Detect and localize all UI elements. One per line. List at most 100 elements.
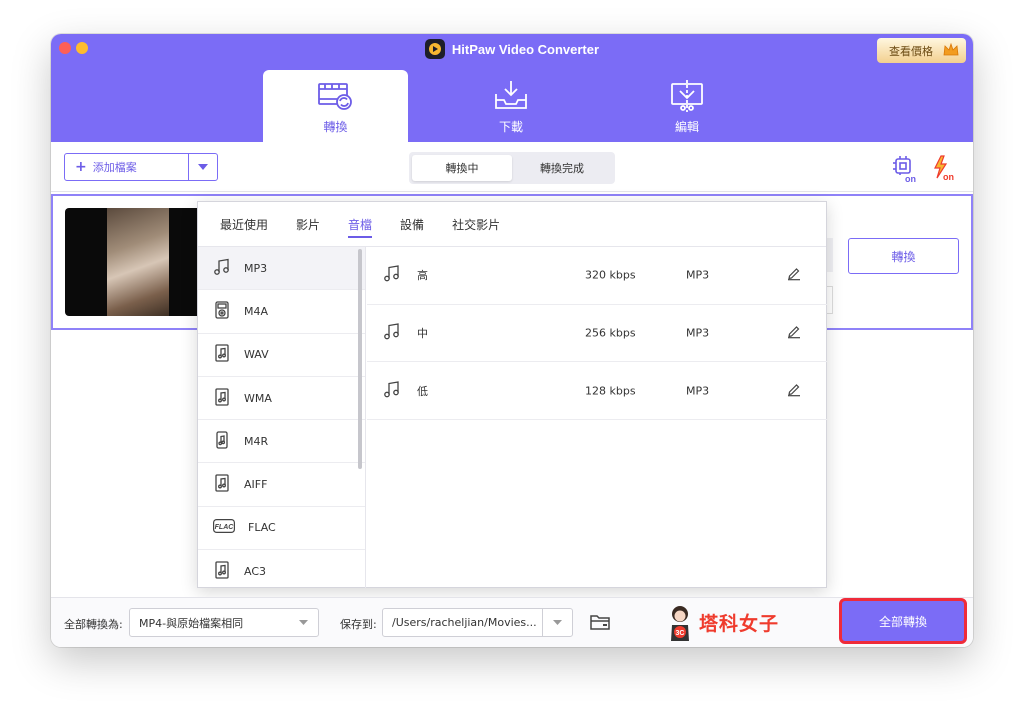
format-tab-social[interactable]: 社交影片 (452, 202, 500, 247)
format-tab-audio[interactable]: 音檔 (348, 202, 373, 247)
watermark-girl-icon: 3C (671, 606, 689, 641)
convert-all-to-label: 全部轉換為: (64, 618, 123, 631)
format-item-wav[interactable]: WAV (198, 334, 365, 377)
tab-edit-label: 編輯 (674, 120, 699, 134)
segment-converting[interactable]: 轉換中 (412, 155, 512, 181)
svg-text:on: on (943, 172, 954, 182)
video-thumbnail-image (107, 208, 169, 316)
format-item-flac[interactable]: FLAC FLAC (198, 507, 365, 551)
music-note-icon (383, 380, 401, 401)
convert-all-button[interactable]: 全部轉換 (839, 598, 967, 644)
pencil-edit-icon[interactable] (787, 267, 801, 284)
audio-format-list: MP3 M4A WAV WMA M4R AIFF FLAC FLAC AC3 (198, 247, 366, 588)
add-files-button[interactable]: + 添加檔案 (64, 153, 218, 181)
quality-row-high[interactable]: 高 320 kbps MP3 (367, 247, 827, 305)
chevron-down-icon[interactable] (542, 609, 572, 636)
edit-crop-icon (667, 78, 707, 116)
view-price-button[interactable]: 查看價格 (877, 38, 966, 63)
format-item-wma[interactable]: WMA (198, 377, 365, 421)
convert-button[interactable]: 轉換 (848, 238, 959, 274)
format-item-ac3[interactable]: AC3 (198, 550, 365, 588)
music-note-icon (213, 258, 231, 279)
ipod-icon (213, 301, 231, 322)
output-format-value: MP4-與原始檔案相同 (139, 616, 244, 630)
output-format-select[interactable]: MP4-與原始檔案相同 (129, 608, 319, 637)
audio-file-icon (213, 561, 231, 582)
film-convert-icon (316, 78, 356, 116)
tab-download[interactable]: 下載 (441, 70, 581, 142)
format-label: M4R (244, 434, 269, 448)
quality-bitrate: 128 kbps (585, 384, 636, 398)
svg-text:3C: 3C (676, 630, 685, 637)
plus-icon: + (75, 159, 87, 175)
quality-bitrate: 320 kbps (585, 268, 636, 282)
add-files-main[interactable]: + 添加檔案 (65, 154, 189, 180)
svg-text:FLAC: FLAC (215, 524, 235, 531)
quality-row-medium[interactable]: 中 256 kbps MP3 (367, 305, 827, 363)
footer-bar: 全部轉換為: MP4-與原始檔案相同 保存到: /Users/racheljia… (51, 597, 973, 647)
speed-boost-icon[interactable]: on (931, 154, 959, 186)
audio-file-icon (213, 344, 231, 365)
flac-icon: FLAC (213, 519, 235, 536)
watermark-logo: 3C 塔科女子 (665, 603, 779, 641)
quality-format: MP3 (686, 384, 710, 398)
format-label: M4A (244, 304, 269, 318)
format-item-m4r[interactable]: M4R (198, 420, 365, 464)
save-path-value: /Users/racheljian/Movies... (392, 616, 537, 629)
folder-icon[interactable] (589, 612, 611, 636)
hitpaw-logo-icon (424, 39, 445, 59)
format-tab-recent[interactable]: 最近使用 (220, 202, 268, 247)
format-item-mp3[interactable]: MP3 (198, 247, 365, 291)
format-label: FLAC (248, 521, 276, 535)
download-tray-icon (491, 78, 531, 116)
video-thumbnail[interactable] (65, 208, 205, 316)
status-segmented-control: 轉換中 轉換完成 (409, 152, 615, 184)
format-item-aiff[interactable]: AIFF (198, 463, 365, 507)
title-header: HitPaw Video Converter 查看價格 轉換 下載 編輯 (51, 34, 973, 142)
quality-bitrate: 256 kbps (585, 326, 636, 340)
format-label: WAV (244, 348, 269, 362)
add-files-label: 添加檔案 (92, 161, 137, 174)
quality-name: 高 (417, 269, 428, 283)
format-label: AIFF (244, 478, 268, 492)
format-category-tabs: 最近使用 影片 音檔 設備 社交影片 (198, 202, 826, 247)
svg-text:on: on (905, 174, 916, 182)
phone-audio-icon (213, 431, 231, 452)
format-list-scrollbar[interactable] (358, 249, 362, 469)
quality-format: MP3 (686, 326, 710, 340)
file-card-select-edge (827, 286, 833, 314)
add-files-dropdown[interactable] (189, 154, 217, 180)
quality-row-low[interactable]: 低 128 kbps MP3 (367, 362, 827, 421)
hardware-acceleration-icon[interactable]: on (891, 154, 919, 186)
tab-download-label: 下載 (498, 120, 523, 134)
window-title: HitPaw Video Converter (51, 39, 973, 59)
format-label: AC3 (244, 564, 267, 578)
save-path-select[interactable]: /Users/racheljian/Movies... (382, 608, 573, 637)
view-price-label: 查看價格 (889, 44, 933, 58)
segment-converted[interactable]: 轉換完成 (512, 155, 612, 181)
format-tab-video[interactable]: 影片 (296, 202, 320, 247)
chevron-down-icon (198, 164, 208, 170)
quality-format: MP3 (686, 268, 710, 282)
format-tab-device[interactable]: 設備 (400, 202, 424, 247)
audio-file-icon (213, 387, 231, 409)
tab-convert[interactable]: 轉換 (263, 70, 408, 142)
music-note-icon (383, 265, 401, 286)
pencil-edit-icon[interactable] (787, 325, 801, 342)
tab-edit[interactable]: 編輯 (617, 70, 757, 142)
pencil-edit-icon[interactable] (787, 382, 801, 399)
quality-name: 低 (417, 384, 428, 398)
crown-icon (942, 41, 960, 62)
save-to-label: 保存到: (340, 618, 377, 631)
music-note-icon (383, 323, 401, 344)
format-item-m4a[interactable]: M4A (198, 290, 365, 334)
audio-file-icon (213, 474, 231, 495)
tab-convert-label: 轉換 (323, 120, 348, 134)
format-label: WMA (244, 391, 272, 405)
chevron-down-icon (288, 609, 318, 636)
format-label: MP3 (244, 261, 268, 275)
quality-list: 高 320 kbps MP3 中 256 kbps MP3 低 128 kbps… (367, 247, 827, 421)
app-window: HitPaw Video Converter 查看價格 轉換 下載 編輯 + 添… (51, 34, 973, 647)
app-title-text: HitPaw Video Converter (451, 41, 600, 57)
watermark-text: 塔科女子 (699, 612, 780, 635)
